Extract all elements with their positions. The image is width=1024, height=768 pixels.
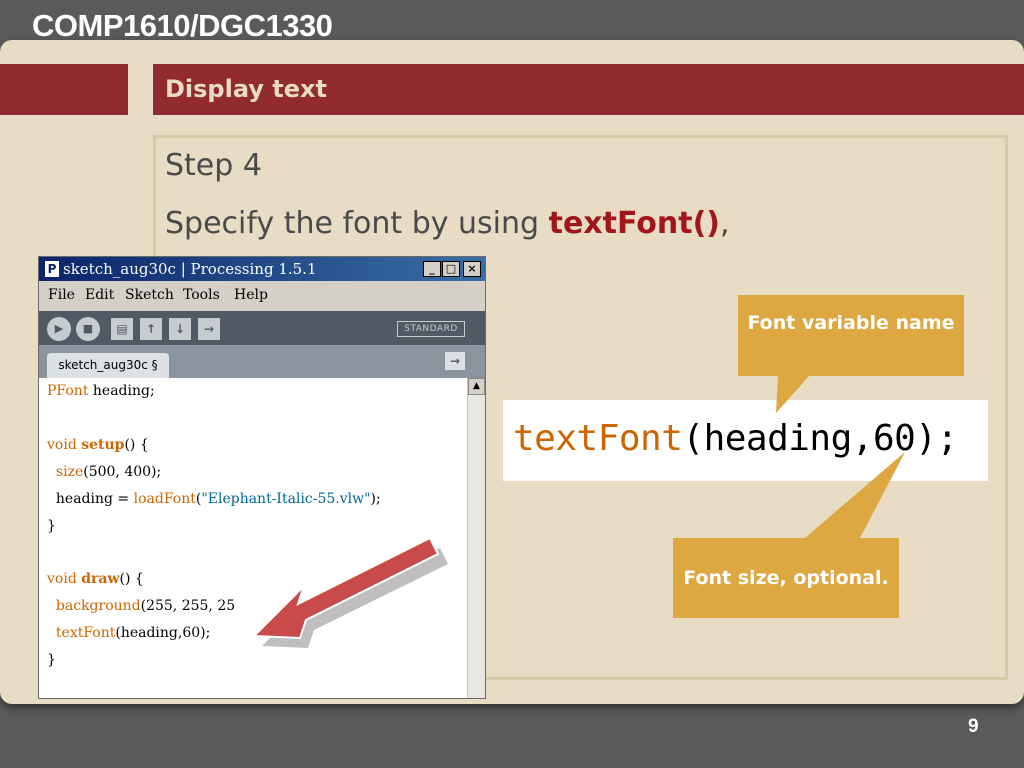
code-line: void draw() { bbox=[47, 571, 144, 587]
description-suffix: , bbox=[720, 206, 730, 241]
font-size-callout: Font size, optional. bbox=[673, 538, 899, 618]
course-code: COMP1610/DGC1330 bbox=[32, 8, 333, 43]
code-token: ); bbox=[370, 491, 381, 507]
code-token: heading; bbox=[88, 383, 155, 399]
code-token: (500, 400); bbox=[83, 464, 162, 480]
snippet-function: textFont bbox=[513, 418, 683, 459]
title-band-left bbox=[0, 64, 128, 115]
title-band: Display text bbox=[153, 64, 1024, 115]
stop-icon[interactable]: ■ bbox=[76, 317, 100, 341]
code-token: background bbox=[55, 598, 141, 614]
save-icon[interactable]: ↓ bbox=[169, 318, 191, 340]
minimize-button[interactable]: _ bbox=[423, 261, 441, 277]
scroll-up-icon[interactable]: ▲ bbox=[468, 378, 485, 395]
code-line: } bbox=[47, 518, 56, 534]
snippet-args: (heading,60); bbox=[682, 418, 958, 459]
code-line: textFont(heading,60); bbox=[47, 625, 210, 641]
open-icon[interactable]: ↑ bbox=[140, 318, 162, 340]
toolbar: ▶ ■ ▤ ↑ ↓ → STANDARD bbox=[39, 311, 485, 345]
slide-title: Display text bbox=[165, 75, 327, 103]
window-title: sketch_aug30c | Processing 1.5.1 bbox=[63, 260, 317, 278]
description-text: Specify the font by using bbox=[165, 206, 549, 241]
menu-edit[interactable]: Edit bbox=[85, 287, 114, 303]
processing-app-icon: P bbox=[45, 261, 59, 277]
code-token: loadFont bbox=[133, 491, 196, 507]
code-token: void bbox=[47, 437, 77, 453]
code-token: (255, 255, 25 bbox=[140, 598, 236, 614]
code-token: (heading,60); bbox=[115, 625, 211, 641]
tab-sketch[interactable]: sketch_aug30c § bbox=[47, 353, 169, 378]
snippet-text: textFont(heading,60); bbox=[513, 418, 958, 459]
mode-button[interactable]: STANDARD bbox=[397, 321, 465, 337]
code-token: textFont bbox=[55, 625, 116, 641]
step-label: Step 4 bbox=[165, 148, 262, 183]
code-token: heading = bbox=[47, 491, 134, 507]
processing-window: P sketch_aug30c | Processing 1.5.1 _ □ ×… bbox=[38, 256, 486, 699]
code-line: size(500, 400); bbox=[47, 464, 161, 480]
code-token: "Elephant-Italic-55.vlw" bbox=[201, 491, 371, 507]
menu-bar: File Edit Sketch Tools Help bbox=[39, 283, 485, 309]
code-line: background(255, 255, 25 bbox=[47, 598, 235, 614]
code-editor[interactable]: PFont heading; void setup() { size(500, … bbox=[39, 378, 467, 698]
maximize-button[interactable]: □ bbox=[442, 261, 460, 277]
code-token: size bbox=[55, 464, 84, 480]
code-token: () { bbox=[124, 437, 149, 453]
code-line: heading = loadFont("Elephant-Italic-55.v… bbox=[47, 491, 381, 507]
code-token: () { bbox=[119, 571, 144, 587]
window-titlebar[interactable]: P sketch_aug30c | Processing 1.5.1 _ □ × bbox=[39, 257, 485, 281]
editor-tab-bar: sketch_aug30c § → bbox=[39, 345, 485, 378]
code-token: void bbox=[47, 571, 77, 587]
tab-menu-arrow-icon[interactable]: → bbox=[445, 352, 465, 370]
menu-sketch[interactable]: Sketch bbox=[125, 287, 174, 303]
code-token: PFont bbox=[47, 383, 89, 399]
close-button[interactable]: × bbox=[463, 261, 481, 277]
code-token: draw bbox=[81, 571, 120, 587]
code-line: } bbox=[47, 652, 56, 668]
code-token: setup bbox=[81, 437, 125, 453]
menu-file[interactable]: File bbox=[48, 287, 75, 303]
menu-tools[interactable]: Tools bbox=[183, 287, 220, 303]
code-line: PFont heading; bbox=[47, 383, 155, 399]
run-icon[interactable]: ▶ bbox=[47, 317, 71, 341]
code-snippet: textFont(heading,60); bbox=[503, 400, 988, 481]
menu-help[interactable]: Help bbox=[234, 287, 268, 303]
code-line: void setup() { bbox=[47, 437, 149, 453]
textfont-keyword: textFont() bbox=[548, 206, 720, 241]
vertical-scrollbar[interactable]: ▲ bbox=[467, 378, 485, 698]
export-icon[interactable]: → bbox=[198, 318, 220, 340]
step-description: Specify the font by using textFont(), bbox=[165, 206, 730, 241]
font-variable-callout: Font variable name bbox=[738, 295, 964, 376]
page-number: 9 bbox=[968, 716, 979, 737]
new-icon[interactable]: ▤ bbox=[111, 318, 133, 340]
